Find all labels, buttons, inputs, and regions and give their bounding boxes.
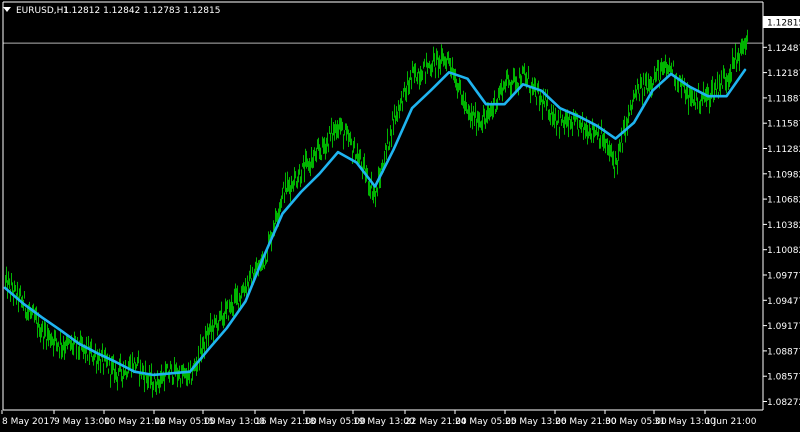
y-tick-label: 1.11887: [767, 94, 800, 104]
y-tick-label: 1.11587: [767, 120, 800, 130]
y-tick-label: 1.08577: [767, 373, 800, 383]
chart-header: EURUSD,H1 1.12812 1.12842 1.12783 1.1281…: [3, 6, 220, 16]
x-tick-label: 8 May 2017: [2, 417, 55, 427]
price-chart[interactable]: 1.12487 1.12187 1.11887 1.11587 1.11282 1.109…: [0, 0, 800, 432]
ohlc-values: 1.12812 1.12842 1.12783 1.12815: [63, 6, 220, 16]
y-tick-label: 1.12187: [767, 69, 800, 79]
y-tick-label: 1.08272: [767, 398, 800, 408]
y-tick-label: 1.09777: [767, 272, 800, 282]
symbol-label: EURUSD,H1: [16, 6, 69, 16]
y-tick-label: 1.09177: [767, 322, 800, 332]
y-tick-label: 1.09477: [767, 297, 800, 307]
y-tick-label: 1.08877: [767, 347, 800, 357]
price-bars: [5, 29, 748, 398]
current-price-marker: 1.12815: [763, 16, 800, 29]
y-tick-label: 1.11282: [767, 145, 800, 155]
chart-window[interactable]: 1.12487 1.12187 1.11887 1.11587 1.11282 1.109…: [0, 0, 800, 432]
y-tick-label: 1.10682: [767, 196, 800, 206]
axes: 1.12487 1.12187 1.11887 1.11587 1.11282 1.109…: [1, 1, 800, 427]
y-tick-label: 1.10382: [767, 221, 800, 231]
y-tick-label: 1.12487: [767, 44, 800, 54]
moving-average-line: [3, 68, 747, 377]
x-tick-label: 9 May 13:00: [54, 417, 110, 427]
current-price-label: 1.12815: [767, 19, 800, 29]
y-tick-label: 1.10982: [767, 170, 800, 180]
x-tick-label: 1 Jun 21:00: [705, 417, 757, 427]
menu-triangle-icon[interactable]: [3, 7, 11, 12]
y-tick-label: 1.10082: [767, 246, 800, 256]
